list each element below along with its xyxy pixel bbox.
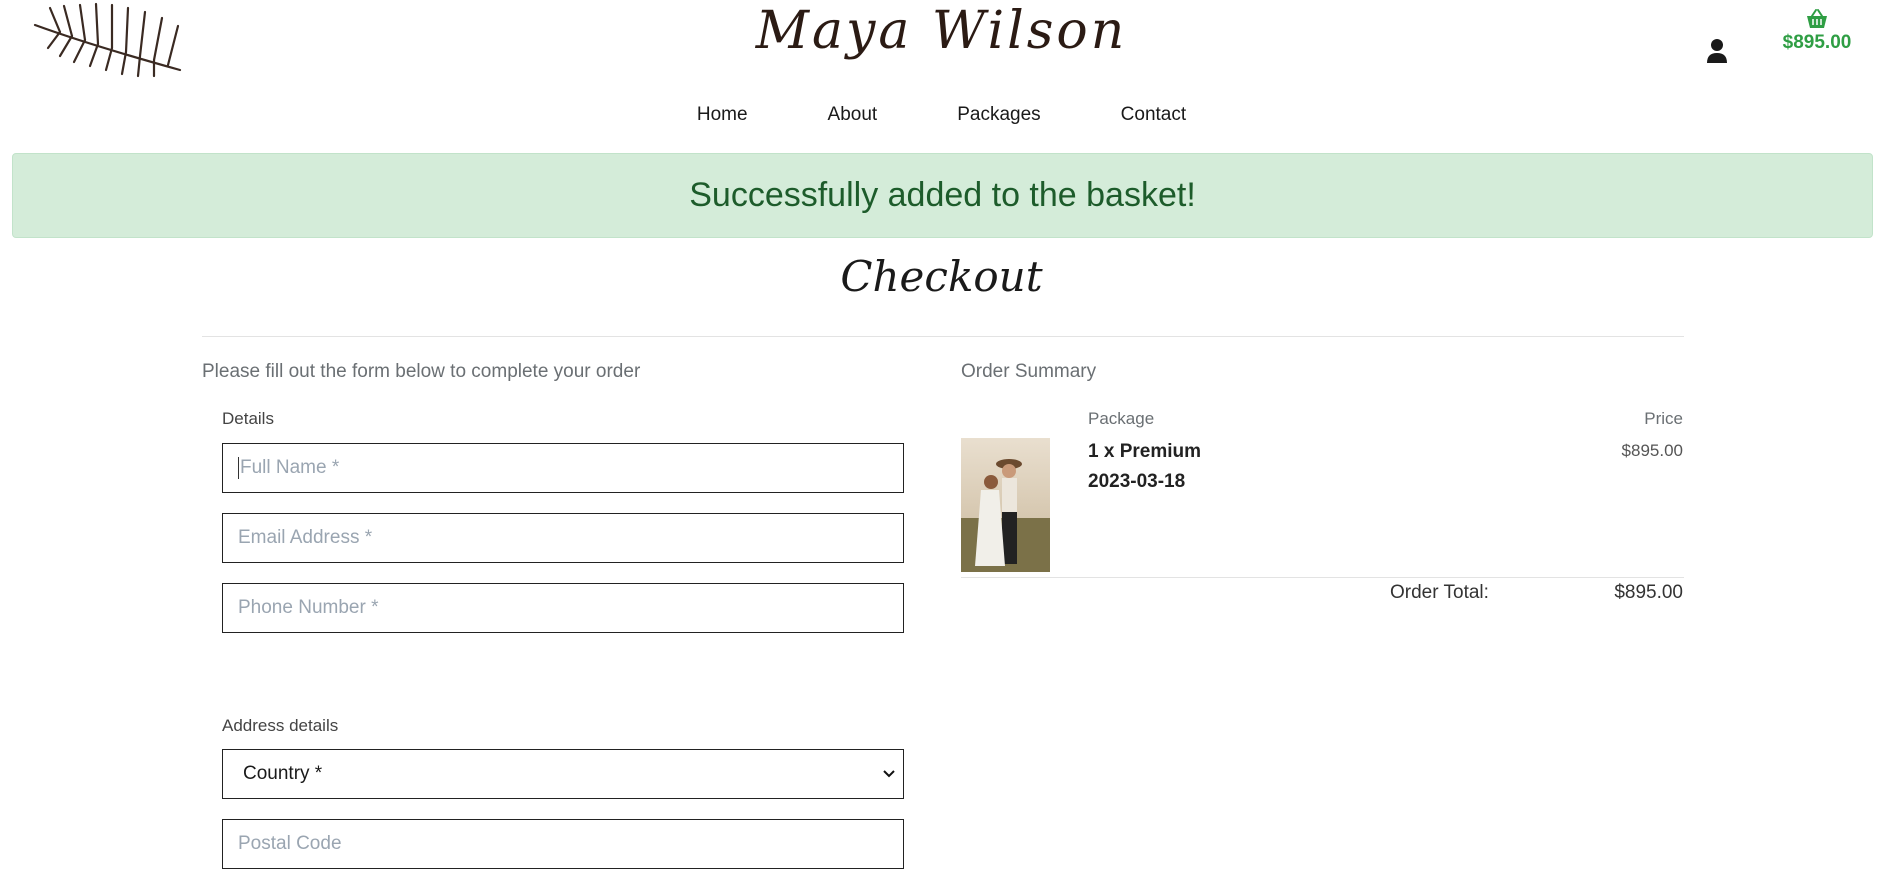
main-nav: Home About Packages Contact <box>0 104 1883 126</box>
nav-about[interactable]: About <box>828 104 878 126</box>
postal-code-placeholder: Postal Code <box>238 833 342 854</box>
order-total-value: $895.00 <box>1614 582 1683 603</box>
user-icon[interactable] <box>1705 38 1729 64</box>
package-thumbnail <box>961 438 1050 572</box>
order-item-price: $895.00 <box>1621 441 1683 460</box>
chevron-down-icon <box>883 770 895 778</box>
country-select[interactable]: Country * <box>222 749 904 799</box>
form-intro: Please fill out the form below to comple… <box>202 361 641 382</box>
basket-button[interactable]: $895.00 <box>1776 8 1858 54</box>
page-title: Checkout <box>840 252 1043 301</box>
brand-name[interactable]: Maya Wilson <box>0 0 1883 62</box>
nav-home[interactable]: Home <box>697 104 748 126</box>
postal-code-field[interactable]: Postal Code <box>222 819 904 869</box>
email-field[interactable]: Email Address * <box>222 513 904 563</box>
address-label: Address details <box>222 716 339 735</box>
order-summary-title: Order Summary <box>961 361 1097 382</box>
full-name-field[interactable]: Full Name * <box>222 443 904 493</box>
success-alert: Successfully added to the basket! <box>12 153 1873 238</box>
basket-total: $895.00 <box>1782 32 1852 53</box>
phone-placeholder: Phone Number * <box>238 597 379 618</box>
divider <box>202 336 1684 337</box>
nav-packages[interactable]: Packages <box>957 104 1040 126</box>
phone-field[interactable]: Phone Number * <box>222 583 904 633</box>
price-column-header: Price <box>1644 409 1683 428</box>
email-placeholder: Email Address * <box>238 527 373 548</box>
package-column-header: Package <box>1088 409 1155 428</box>
nav-contact[interactable]: Contact <box>1121 104 1186 126</box>
summary-divider <box>961 577 1684 578</box>
text-caret <box>238 457 239 479</box>
details-label: Details <box>222 409 274 428</box>
success-alert-message: Successfully added to the basket! <box>689 176 1196 214</box>
basket-icon <box>1807 9 1827 28</box>
country-select-value: Country * <box>243 763 323 784</box>
order-item-name: 1 x Premium <box>1088 441 1201 462</box>
order-item-date: 2023-03-18 <box>1088 471 1186 492</box>
full-name-placeholder: Full Name * <box>240 457 340 478</box>
order-total-label: Order Total: <box>1390 582 1489 603</box>
